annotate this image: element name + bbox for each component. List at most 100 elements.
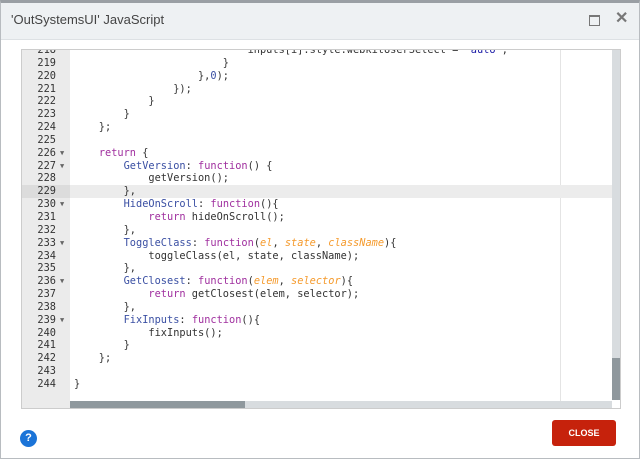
code-token: ToggleClass [123, 236, 192, 249]
code-token: }, [74, 300, 136, 313]
fold-arrow-icon[interactable]: ▼ [60, 275, 64, 288]
code-line[interactable]: 220 },0); [22, 70, 620, 83]
fold-arrow-icon[interactable]: ▼ [60, 160, 64, 173]
code-line[interactable]: 239 ▼ FixInputs: function(){ [22, 314, 620, 327]
code-text: GetVersion: function() { [74, 160, 273, 173]
code-token: function [191, 313, 242, 326]
code-editor[interactable]: 218 inputs[i].style.webkitUserSelect = "… [21, 49, 621, 409]
code-text: return getClosest(elem, selector); [74, 288, 359, 301]
maximize-icon[interactable] [589, 15, 600, 26]
code-token: }, [74, 262, 136, 275]
code-line[interactable]: 228 getVersion(); [22, 172, 620, 185]
fold-arrow-icon[interactable]: ▼ [60, 147, 64, 160]
code-token: ){ [384, 236, 397, 249]
code-line[interactable]: 243 [22, 365, 620, 378]
code-line[interactable]: 226 ▼ return { [22, 147, 620, 160]
horizontal-scrollbar[interactable] [70, 401, 612, 408]
code-token: getClosest(elem, selector); [185, 288, 360, 301]
code-line[interactable]: 235 }, [22, 262, 620, 275]
code-line[interactable]: 240 fixInputs(); [22, 327, 620, 340]
code-text: } [74, 378, 80, 391]
line-number: 234 [37, 249, 56, 262]
fold-arrow-icon[interactable]: ▼ [60, 198, 64, 211]
code-line[interactable]: 230 ▼ HideOnScroll: function(){ [22, 198, 620, 211]
code-token: } [74, 95, 155, 108]
code-line[interactable]: 234 toggleClass(el, state, className); [22, 250, 620, 263]
code-token: ){ [340, 275, 354, 288]
help-button[interactable]: ? [20, 430, 37, 447]
code-token: , [315, 236, 329, 249]
code-line[interactable]: 236 ▼ GetClosest: function(elem, selector… [22, 275, 620, 288]
code-token: ); [216, 69, 229, 82]
code-token: className [328, 236, 385, 249]
vertical-scroll-thumb[interactable] [612, 358, 620, 400]
javascript-dialog: 'OutSystemsUI' JavaScript ✕ 218 inputs[i… [0, 0, 640, 459]
fold-arrow-icon[interactable]: ▼ [60, 237, 64, 250]
code-text: return hideOnScroll(); [74, 211, 284, 224]
code-token: fixInputs(); [74, 326, 223, 339]
code-text: toggleClass(el, state, className); [74, 250, 359, 263]
line-number: 238 [37, 300, 56, 313]
dialog-title: 'OutSystemsUI' JavaScript [11, 12, 165, 27]
code-text: getVersion(); [74, 172, 229, 185]
code-line[interactable]: 218 inputs[i].style.webkitUserSelect = "… [22, 49, 620, 57]
code-line[interactable]: 237 return getClosest(elem, selector); [22, 288, 620, 301]
line-number: 220 [37, 69, 56, 82]
code-line[interactable]: 219 } [22, 57, 620, 70]
code-text: } [74, 339, 130, 352]
code-line[interactable]: 222 } [22, 95, 620, 108]
code-line[interactable]: 233 ▼ ToggleClass: function(el, state, cl… [22, 237, 620, 250]
code-token: : [179, 313, 192, 326]
line-number: 221 [37, 82, 56, 95]
code-token: selector [291, 275, 341, 288]
code-line[interactable]: 238 }, [22, 301, 620, 314]
code-line[interactable]: 232 }, [22, 224, 620, 237]
line-number: 223 [37, 108, 56, 121]
line-number: 225 [37, 133, 56, 146]
code-line[interactable]: 231 return hideOnScroll(); [22, 211, 620, 224]
vertical-scrollbar[interactable] [612, 50, 620, 400]
code-line[interactable]: 242 }; [22, 352, 620, 365]
code-token: elem [253, 275, 279, 288]
code-line[interactable]: 241 } [22, 339, 620, 352]
close-button[interactable]: CLOSE [552, 420, 616, 446]
code-token: : [191, 236, 205, 249]
code-lines[interactable]: 218 inputs[i].style.webkitUserSelect = "… [22, 49, 620, 391]
code-text: }; [74, 121, 111, 134]
code-line[interactable]: 225 [22, 134, 620, 147]
code-line[interactable]: 221 }); [22, 83, 620, 96]
code-token: : [198, 198, 211, 211]
code-token: } [74, 377, 81, 390]
code-text: return { [74, 146, 149, 160]
line-number: 239 [37, 313, 56, 326]
code-line[interactable]: 223 } [22, 108, 620, 121]
code-token: { [136, 146, 149, 159]
line-number: 236 [37, 275, 56, 288]
code-text: } [74, 95, 155, 108]
line-number: 218 [37, 49, 56, 56]
code-token: }; [74, 352, 112, 365]
code-token: el [260, 236, 273, 249]
line-number: 219 [37, 56, 56, 69]
code-text: HideOnScroll: function(){ [74, 198, 279, 211]
code-token: GetClosest [123, 275, 186, 288]
code-text: } [74, 57, 229, 70]
line-number: 226 [37, 146, 56, 159]
fold-arrow-icon[interactable]: ▼ [60, 314, 64, 327]
code-line[interactable]: 224 }; [22, 121, 620, 134]
code-line[interactable]: 227 ▼ GetVersion: function() { [22, 160, 620, 173]
code-token: (){ [260, 198, 279, 211]
code-line[interactable]: 229 }, [22, 185, 620, 199]
code-text: }, [74, 262, 136, 275]
code-line[interactable]: 244} [22, 378, 620, 391]
close-icon[interactable]: ✕ [615, 8, 628, 28]
code-token: }; [74, 121, 112, 134]
horizontal-scroll-thumb[interactable] [70, 401, 245, 408]
code-token: ; [501, 49, 508, 56]
code-token: }, [74, 223, 136, 236]
code-token: , [278, 275, 292, 288]
